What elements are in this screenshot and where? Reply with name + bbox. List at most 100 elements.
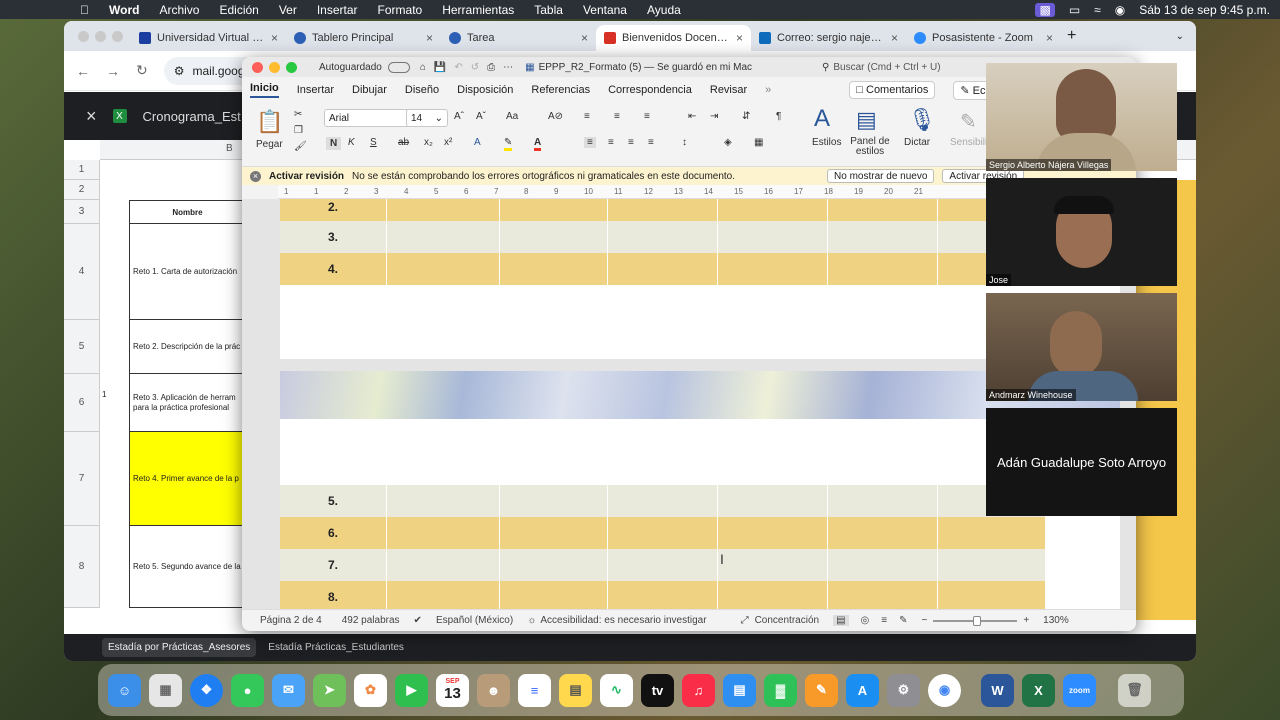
borders-icon[interactable]: ▦ xyxy=(754,137,763,148)
ribbon-tab[interactable]: Referencias xyxy=(531,84,590,96)
calendar-icon[interactable]: SEP 13 xyxy=(436,673,469,707)
sheet-title[interactable]: Cronograma_Est xyxy=(143,109,241,124)
word-count[interactable]: 492 palabras xyxy=(342,615,400,626)
reminders-icon[interactable]: ≡ xyxy=(518,673,551,707)
align-right-icon[interactable]: ≡ xyxy=(628,137,634,148)
microphone-icon[interactable]: 🎙 xyxy=(908,107,936,133)
tab-close-icon[interactable]: × xyxy=(891,31,898,45)
more-icon[interactable]: ⋯ xyxy=(503,62,513,73)
chrome-icon[interactable]: ◉ xyxy=(928,673,961,707)
menubar-item[interactable]: Insertar xyxy=(317,3,358,17)
zoom-in-icon[interactable]: + xyxy=(1023,615,1029,626)
increase-indent-icon[interactable]: ⇥ xyxy=(710,111,718,122)
keynote-icon[interactable]: ▤ xyxy=(723,673,756,707)
table-row[interactable]: 2. xyxy=(280,199,1045,221)
site-settings-icon[interactable]: ⚙ xyxy=(174,64,185,78)
paste-label[interactable]: Pegar xyxy=(256,139,283,150)
back-icon[interactable]: ← xyxy=(76,63,90,79)
web-layout-icon[interactable]: ◎ xyxy=(861,615,870,626)
freeform-icon[interactable]: ∿ xyxy=(600,673,633,707)
table-row[interactable]: 4. xyxy=(280,253,1045,285)
word-zoom-button[interactable] xyxy=(286,61,297,73)
show-marks-icon[interactable]: ¶ xyxy=(776,111,781,122)
table-row[interactable]: 5. xyxy=(280,485,1045,517)
menubar-item[interactable]: Ventana xyxy=(583,3,627,17)
highlight-icon[interactable]: ✎ xyxy=(504,137,513,151)
zoom-out-icon[interactable]: − xyxy=(921,615,927,626)
battery-icon[interactable]: ▭ xyxy=(1069,3,1080,17)
sheet-tab[interactable]: Estadía Prácticas_Estudiantes xyxy=(262,638,410,657)
tab-search-chevron-icon[interactable]: ⌄ xyxy=(1176,31,1184,42)
menubar-item[interactable]: Edición xyxy=(219,3,258,17)
styles-pane-label[interactable]: Panel de estilos xyxy=(848,137,892,157)
mail-icon[interactable]: ✉ xyxy=(272,673,305,707)
undo-icon[interactable]: ↶ xyxy=(454,62,462,73)
ribbon-tab[interactable]: Dibujar xyxy=(352,84,387,96)
numbers-icon[interactable]: ▓ xyxy=(764,673,797,707)
row-header[interactable]: 1 xyxy=(64,160,100,180)
sensitivity-label[interactable]: Sensibili xyxy=(950,137,987,148)
change-case-icon[interactable]: Aa xyxy=(506,111,518,122)
zoom-level[interactable]: 130% xyxy=(1043,615,1069,626)
browser-tab[interactable]: Correo: sergio najera v × xyxy=(751,25,906,51)
strikethrough-button[interactable]: ab xyxy=(398,137,409,148)
app-store-icon[interactable]: A xyxy=(846,673,879,707)
word-search-input[interactable]: Buscar (Cmd + Ctrl + U) xyxy=(833,62,940,73)
wifi-icon[interactable]: ≈ xyxy=(1094,3,1101,17)
music-icon[interactable]: ♫ xyxy=(682,673,715,707)
apple-tv-icon[interactable]: tv xyxy=(641,673,674,707)
menubar-item[interactable]: Ver xyxy=(279,3,297,17)
accessibility-icon[interactable]: ☼ xyxy=(527,615,536,626)
row-header[interactable]: 3 xyxy=(64,200,100,224)
system-settings-icon[interactable]: ⚙ xyxy=(887,673,920,707)
tab-close-icon[interactable]: × xyxy=(271,31,278,45)
print-icon[interactable]: ⎙ xyxy=(487,62,495,73)
zoom-video-tile[interactable]: Andmarz Winehouse xyxy=(986,293,1177,401)
font-color-icon[interactable]: A xyxy=(534,137,542,151)
word-close-button[interactable] xyxy=(252,61,263,73)
print-layout-icon[interactable]: ▤ xyxy=(833,615,849,626)
word-icon[interactable]: W xyxy=(981,673,1014,707)
outline-icon[interactable]: ≡ xyxy=(881,615,887,626)
font-size-select[interactable]: 14 ⌄ xyxy=(406,109,448,127)
sort-icon[interactable]: ⇵ xyxy=(742,111,750,122)
browser-tab-active[interactable]: Bienvenidos Docentes × xyxy=(596,25,751,51)
sheet-cell[interactable]: Reto 1. Carta de autorización xyxy=(130,224,242,320)
ribbon-tab[interactable]: Revisar xyxy=(710,84,747,96)
screen-share-icon[interactable]: ▩ xyxy=(1035,2,1055,17)
window-close-button[interactable] xyxy=(78,30,89,42)
word-minimize-button[interactable] xyxy=(269,61,280,73)
sheet-cell-highlighted[interactable]: Reto 4. Primer avance de la p xyxy=(130,432,242,526)
cut-icon[interactable]: ✂ xyxy=(294,109,302,120)
window-zoom-button[interactable] xyxy=(112,30,123,42)
bold-button[interactable]: N xyxy=(326,137,342,150)
menubar-item[interactable]: Archivo xyxy=(159,3,199,17)
language[interactable]: Español (México) xyxy=(436,615,513,626)
excel-icon[interactable]: X xyxy=(1022,673,1055,707)
sheet-cell[interactable]: Reto 2. Descripción de la prác xyxy=(130,320,242,374)
trash-icon[interactable]: 🗑 xyxy=(1118,673,1151,707)
shading-icon[interactable]: ◈ xyxy=(724,137,732,148)
redo-icon[interactable]: ↺ xyxy=(471,62,479,73)
menubar-item[interactable]: Formato xyxy=(378,3,423,17)
autosave-toggle[interactable] xyxy=(387,61,410,73)
underline-button[interactable]: S xyxy=(370,137,377,148)
ribbon-tab[interactable]: Insertar xyxy=(297,84,334,96)
ribbon-more-icon[interactable]: » xyxy=(765,84,771,96)
clear-format-icon[interactable]: A⊘ xyxy=(548,111,563,122)
notes-icon[interactable]: ▤ xyxy=(559,673,592,707)
align-left-icon[interactable]: ≡ xyxy=(584,137,596,148)
menubar-item[interactable]: Ayuda xyxy=(647,3,681,17)
justify-icon[interactable]: ≡ xyxy=(648,137,654,148)
italic-button[interactable]: K xyxy=(348,137,355,148)
row-header[interactable]: 2 xyxy=(64,180,100,200)
zoom-video-tile[interactable]: Jose xyxy=(986,178,1177,286)
reload-icon[interactable]: ↻ xyxy=(136,62,148,79)
finder-icon[interactable]: ☺ xyxy=(108,673,141,707)
shrink-font-icon[interactable]: Aˇ xyxy=(476,111,486,122)
accessibility-status[interactable]: Accesibilidad: es necesario investigar xyxy=(540,615,706,626)
forward-icon[interactable]: → xyxy=(106,63,120,79)
pages-icon[interactable]: ✎ xyxy=(805,673,838,707)
facetime-icon[interactable]: ▶ xyxy=(395,673,428,707)
browser-tab[interactable]: Tarea × xyxy=(441,25,596,51)
